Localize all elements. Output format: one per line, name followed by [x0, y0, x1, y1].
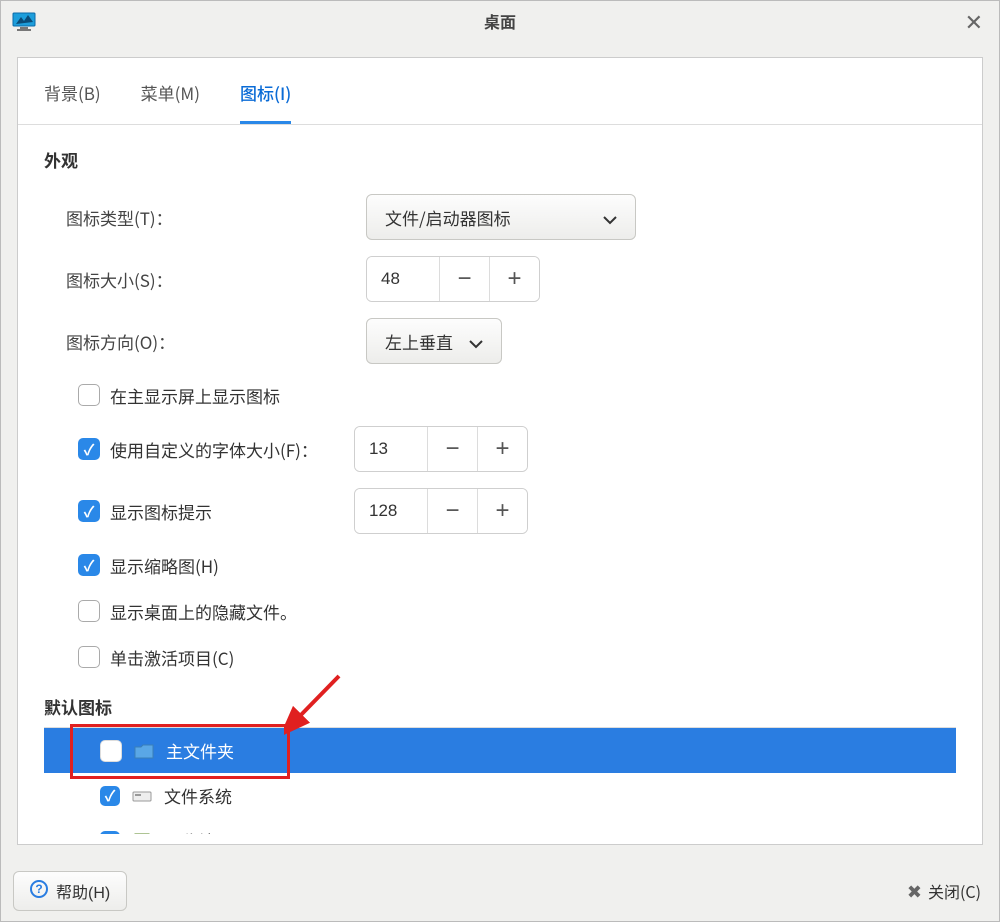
titlebar: 桌面 ✕ — [1, 1, 999, 41]
checkbox-show-on-primary[interactable] — [78, 384, 100, 406]
checkbox-filesystem[interactable] — [100, 786, 120, 806]
checkbox-trash[interactable] — [100, 831, 120, 835]
svg-text:?: ? — [35, 882, 42, 896]
tab-background[interactable]: 背景(B) — [44, 80, 101, 124]
icon-size-minus[interactable]: − — [439, 257, 489, 301]
checkbox-show-thumbnails[interactable] — [78, 554, 100, 576]
appearance-heading: 外观 — [44, 147, 956, 172]
tab-bar: 背景(B) 菜单(M) 图标(I) — [18, 58, 982, 125]
label-custom-font: 使用自定义的字体大小(F)： — [110, 437, 344, 462]
row-icon-orientation: 图标方向(O)： 左上垂直 — [44, 310, 956, 372]
app-icon — [11, 9, 39, 33]
label-home: 主文件夹 — [166, 738, 234, 763]
label-icon-type: 图标类型(T)： — [66, 205, 366, 230]
list-item-trash[interactable]: 回收站 — [44, 818, 956, 834]
tooltip-size-spinner: − + — [354, 488, 528, 534]
close-button-label[interactable]: 关闭(C) — [928, 879, 981, 903]
row-show-hidden: 显示桌面上的隐藏文件。 — [44, 588, 956, 634]
window-title: 桌面 — [484, 9, 516, 33]
checkbox-single-click[interactable] — [78, 646, 100, 668]
label-show-hidden: 显示桌面上的隐藏文件。 — [110, 599, 297, 624]
tooltip-size-minus[interactable]: − — [427, 489, 477, 533]
checkbox-home[interactable] — [100, 740, 122, 762]
row-single-click: 单击激活项目(C) — [44, 634, 956, 680]
icon-size-spinner: − + — [366, 256, 540, 302]
list-item-filesystem[interactable]: 文件系统 — [44, 773, 956, 818]
folder-home-icon — [134, 742, 154, 760]
label-trash: 回收站 — [164, 828, 215, 834]
label-show-thumbnails: 显示缩略图(H) — [110, 553, 219, 578]
icon-type-dropdown[interactable]: 文件/启动器图标 — [366, 194, 636, 240]
chevron-down-icon — [469, 329, 483, 354]
help-icon: ? — [30, 880, 48, 903]
row-show-tooltips: 显示图标提示 − + — [44, 480, 956, 542]
tooltip-size-input[interactable] — [355, 489, 427, 533]
chevron-down-icon — [603, 205, 617, 230]
row-show-on-primary: 在主显示屏上显示图标 — [44, 372, 956, 418]
tooltip-size-plus[interactable]: + — [477, 489, 527, 533]
content-area: 背景(B) 菜单(M) 图标(I) 外观 图标类型(T)： 文件/启动器图标 图… — [17, 57, 983, 845]
row-custom-font: 使用自定义的字体大小(F)： − + — [44, 418, 956, 480]
drive-icon — [132, 787, 152, 805]
row-icon-size: 图标大小(S)： − + — [44, 248, 956, 310]
custom-font-minus[interactable]: − — [427, 427, 477, 471]
window-close-button[interactable]: ✕ — [959, 5, 989, 37]
checkbox-custom-font[interactable] — [78, 438, 100, 460]
row-icon-type: 图标类型(T)： 文件/启动器图标 — [44, 186, 956, 248]
label-single-click: 单击激活项目(C) — [110, 645, 234, 670]
label-show-tooltips: 显示图标提示 — [110, 499, 344, 524]
label-show-on-primary: 在主显示屏上显示图标 — [110, 383, 280, 408]
custom-font-input[interactable] — [355, 427, 427, 471]
trash-icon — [132, 832, 152, 835]
list-item-home[interactable]: 主文件夹 — [44, 728, 956, 773]
checkbox-show-tooltips[interactable] — [78, 500, 100, 522]
help-label: 帮助(H) — [56, 879, 110, 903]
default-icons-list: 主文件夹 文件系统 回收站 — [44, 727, 956, 834]
help-button[interactable]: ? 帮助(H) — [13, 871, 127, 911]
row-show-thumbnails: 显示缩略图(H) — [44, 542, 956, 588]
label-filesystem: 文件系统 — [164, 783, 232, 808]
custom-font-plus[interactable]: + — [477, 427, 527, 471]
close-x-icon: ✖ — [907, 878, 922, 904]
icon-type-value: 文件/启动器图标 — [385, 205, 511, 230]
icon-size-plus[interactable]: + — [489, 257, 539, 301]
bottom-bar: ? 帮助(H) ✖ 关闭(C) — [1, 861, 999, 921]
icon-size-input[interactable] — [367, 257, 439, 301]
tab-icons[interactable]: 图标(I) — [240, 80, 291, 124]
custom-font-spinner: − + — [354, 426, 528, 472]
settings-window: 桌面 ✕ 背景(B) 菜单(M) 图标(I) 外观 图标类型(T)： 文件/启动… — [0, 0, 1000, 922]
label-icon-orientation: 图标方向(O)： — [66, 329, 366, 354]
label-icon-size: 图标大小(S)： — [66, 267, 366, 292]
tab-menu[interactable]: 菜单(M) — [141, 80, 200, 124]
icons-panel: 外观 图标类型(T)： 文件/启动器图标 图标大小(S)： − + — [18, 125, 982, 844]
orientation-dropdown[interactable]: 左上垂直 — [366, 318, 502, 364]
orientation-value: 左上垂直 — [385, 329, 453, 354]
default-icons-heading: 默认图标 — [44, 694, 956, 719]
checkbox-show-hidden[interactable] — [78, 600, 100, 622]
